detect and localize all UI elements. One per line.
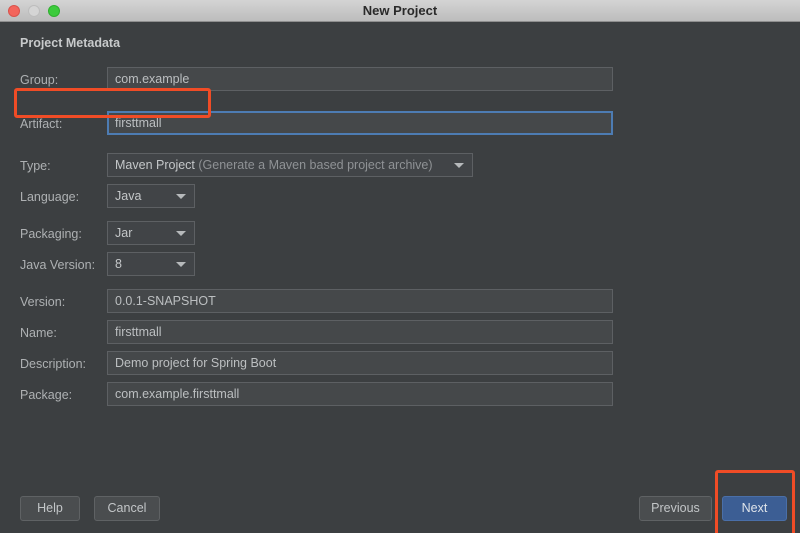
language-value: Java xyxy=(115,189,141,203)
group-input[interactable]: com.example xyxy=(107,67,613,91)
name-input[interactable]: firsttmall xyxy=(107,320,613,344)
previous-button[interactable]: Previous xyxy=(639,496,712,521)
label-packaging: Packaging: xyxy=(20,221,82,247)
cancel-button[interactable]: Cancel xyxy=(94,496,160,521)
artifact-input[interactable]: firsttmall xyxy=(107,111,613,135)
label-artifact: Artifact: xyxy=(20,111,62,137)
language-dropdown[interactable]: Java xyxy=(107,184,195,208)
help-button[interactable]: Help xyxy=(20,496,80,521)
label-version: Version: xyxy=(20,289,65,315)
description-input[interactable]: Demo project for Spring Boot xyxy=(107,351,613,375)
label-description: Description: xyxy=(20,351,86,377)
type-value: Maven Project xyxy=(115,158,195,172)
java-version-dropdown[interactable]: 8 xyxy=(107,252,195,276)
packaging-value: Jar xyxy=(115,226,132,240)
type-hint: (Generate a Maven based project archive) xyxy=(198,158,432,172)
packaging-dropdown[interactable]: Jar xyxy=(107,221,195,245)
chevron-down-icon xyxy=(176,194,186,199)
chevron-down-icon xyxy=(176,231,186,236)
window-title: New Project xyxy=(0,0,800,21)
chevron-down-icon xyxy=(454,163,464,168)
java-version-value: 8 xyxy=(115,257,122,271)
new-project-dialog: New Project Project Metadata Group: com.… xyxy=(0,0,800,533)
label-name: Name: xyxy=(20,320,57,346)
chevron-down-icon xyxy=(176,262,186,267)
version-input[interactable]: 0.0.1-SNAPSHOT xyxy=(107,289,613,313)
package-input[interactable]: com.example.firsttmall xyxy=(107,382,613,406)
next-button[interactable]: Next xyxy=(722,496,787,521)
label-language: Language: xyxy=(20,184,79,210)
dialog-body: Project Metadata Group: com.example Arti… xyxy=(0,22,800,533)
label-group: Group: xyxy=(20,67,58,93)
type-dropdown[interactable]: Maven Project (Generate a Maven based pr… xyxy=(107,153,473,177)
label-type: Type: xyxy=(20,153,51,179)
window-titlebar: New Project xyxy=(0,0,800,22)
label-java-version: Java Version: xyxy=(20,252,95,278)
section-title: Project Metadata xyxy=(20,36,120,50)
label-package: Package: xyxy=(20,382,72,408)
